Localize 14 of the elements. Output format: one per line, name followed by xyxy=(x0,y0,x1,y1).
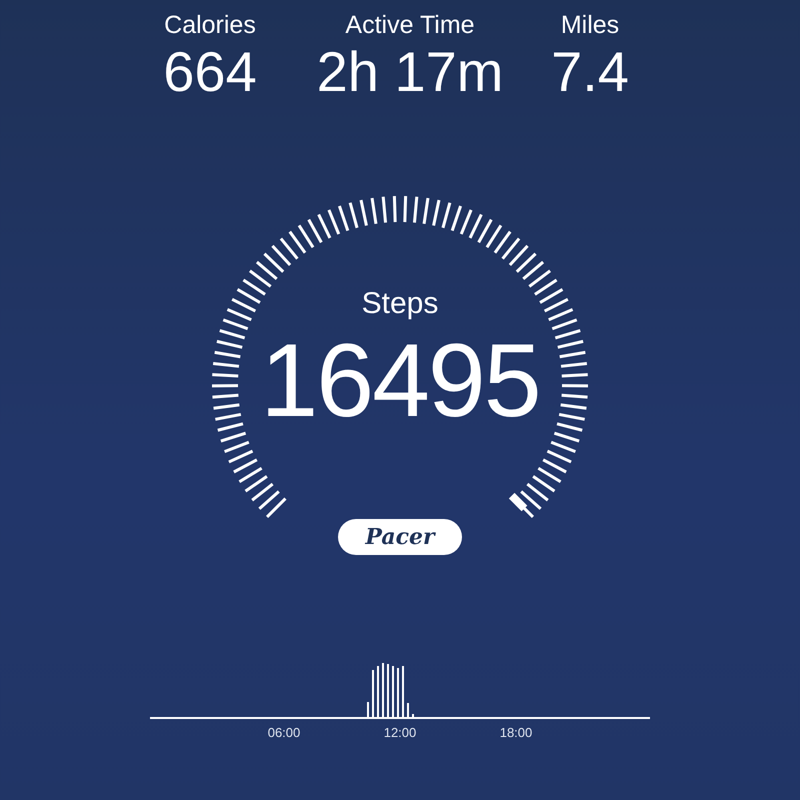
time-label: 06:00 xyxy=(266,725,302,740)
stat-value: 7.4 xyxy=(551,40,629,104)
activity-bars-drawing xyxy=(367,663,414,717)
steps-label: Steps xyxy=(362,287,438,321)
stat-label: Active Time xyxy=(345,10,475,40)
stat-value: 664 xyxy=(163,40,257,104)
stat-label: Miles xyxy=(560,10,620,40)
steps-count: 16495 xyxy=(260,327,540,435)
pacer-logo: Pacer xyxy=(338,519,462,555)
stat-label: Calories xyxy=(164,10,256,40)
time-label: 18:00 xyxy=(498,725,534,740)
time-label: 12:00 xyxy=(382,725,418,740)
gauge-marker xyxy=(508,492,528,512)
stat-value: 2h 17m xyxy=(316,40,504,104)
